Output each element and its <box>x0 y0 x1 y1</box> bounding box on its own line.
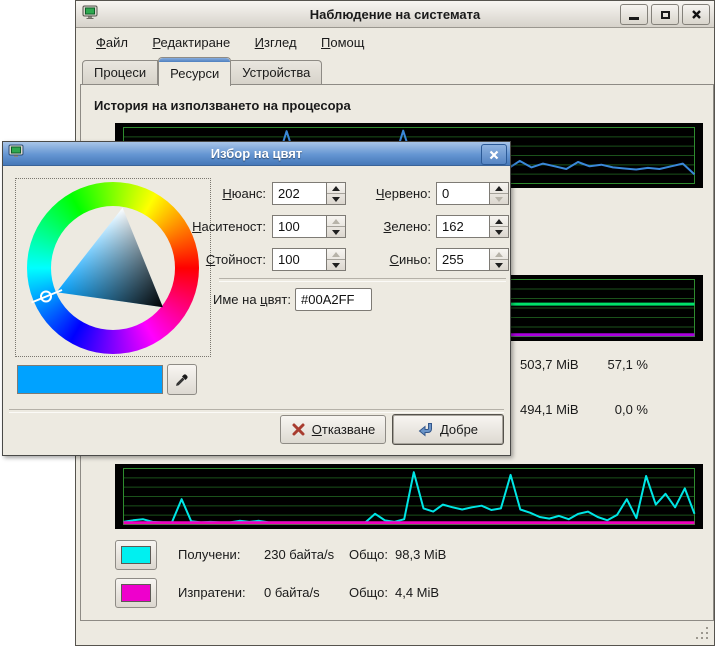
hsv-triangle[interactable] <box>16 179 212 357</box>
swap-used-percent: 0,0 % <box>551 402 648 417</box>
red-spinner[interactable] <box>490 182 509 205</box>
separator <box>219 278 506 282</box>
ok-icon <box>418 422 434 437</box>
menu-help[interactable]: Помощ <box>311 28 374 56</box>
menu-edit[interactable]: Редактиране <box>142 28 240 56</box>
separator <box>9 409 504 413</box>
tab-resources[interactable]: Ресурси <box>158 57 231 86</box>
saturation-input[interactable]: 100 <box>272 215 327 238</box>
close-button[interactable] <box>682 4 710 25</box>
sent-total: 4,4 MiB <box>395 585 439 600</box>
desktop: Наблюдение на системата Файл Редактиране… <box>0 0 717 647</box>
ok-label: Добре <box>440 422 478 437</box>
main-titlebar[interactable]: Наблюдение на системата <box>76 1 714 28</box>
close-icon <box>691 9 702 20</box>
menu-file[interactable]: Файл <box>86 28 138 56</box>
saturation-label: Наситеност: <box>173 219 266 234</box>
sent-label: Изпратени: <box>178 585 246 600</box>
value-label: Стойност: <box>173 252 266 267</box>
spin-up-button[interactable] <box>490 183 508 193</box>
value-input[interactable]: 100 <box>272 248 327 271</box>
color-preview <box>17 365 163 394</box>
hue-input[interactable]: 202 <box>272 182 327 205</box>
dialog-title: Избор на цвят <box>3 146 510 161</box>
sent-total-label: Общо: <box>349 585 388 600</box>
sent-color-swatch <box>121 584 151 602</box>
tab-processes[interactable]: Процеси <box>82 60 158 85</box>
cpu-history-title: История на използването на процесора <box>94 98 351 113</box>
received-label: Получени: <box>178 547 240 562</box>
cancel-label: Отказване <box>312 422 376 437</box>
spin-down-button[interactable] <box>490 193 508 204</box>
maximize-button[interactable] <box>651 4 679 25</box>
hue-label: Нюанс: <box>173 186 266 201</box>
red-input[interactable]: 0 <box>436 182 490 205</box>
minimize-button[interactable] <box>620 4 648 25</box>
green-label: Зелено: <box>343 219 431 234</box>
dialog-close-button[interactable] <box>481 144 507 165</box>
spin-down-button[interactable] <box>490 259 508 270</box>
network-history-chart <box>115 464 703 529</box>
sent-color-button[interactable] <box>115 578 157 608</box>
blue-label: Синьо: <box>343 252 431 267</box>
tab-strip: Процеси Ресурси Устройства <box>82 56 322 85</box>
eyedropper-button[interactable] <box>167 364 197 395</box>
spin-down-button[interactable] <box>490 226 508 237</box>
received-total-label: Общо: <box>349 547 388 562</box>
minimize-icon <box>629 17 639 20</box>
eyedropper-icon <box>174 372 190 388</box>
cancel-button[interactable]: Отказване <box>280 415 386 444</box>
green-input[interactable]: 162 <box>436 215 490 238</box>
tab-devices[interactable]: Устройства <box>231 60 322 85</box>
ok-button[interactable]: Добре <box>392 414 504 445</box>
received-rate: 230 байта/s <box>264 547 334 562</box>
menubar: Файл Редактиране Изглед Помощ <box>76 28 714 56</box>
statusbar <box>76 618 714 645</box>
color-picker-dialog: Избор на цвят <box>2 141 511 456</box>
maximize-icon <box>661 11 670 19</box>
color-name-input[interactable]: #00A2FF <box>295 288 372 311</box>
color-name-label: Име на цвят: <box>183 292 291 307</box>
spin-up-button[interactable] <box>490 249 508 259</box>
close-icon <box>489 150 499 160</box>
red-label: Червено: <box>343 186 431 201</box>
memory-used-percent: 57,1 % <box>551 357 648 372</box>
green-spinner[interactable] <box>490 215 509 238</box>
cancel-icon <box>291 422 306 437</box>
received-color-swatch <box>121 546 151 564</box>
window-title: Наблюдение на системата <box>76 7 714 22</box>
spin-up-button[interactable] <box>490 216 508 226</box>
received-total: 98,3 MiB <box>395 547 446 562</box>
received-color-button[interactable] <box>115 540 157 570</box>
resize-grip[interactable] <box>695 626 710 641</box>
sent-rate: 0 байта/s <box>264 585 320 600</box>
blue-input[interactable]: 255 <box>436 248 490 271</box>
menu-view[interactable]: Изглед <box>245 28 307 56</box>
blue-spinner[interactable] <box>490 248 509 271</box>
dialog-titlebar[interactable]: Избор на цвят <box>3 142 510 166</box>
color-wheel[interactable] <box>15 178 211 357</box>
